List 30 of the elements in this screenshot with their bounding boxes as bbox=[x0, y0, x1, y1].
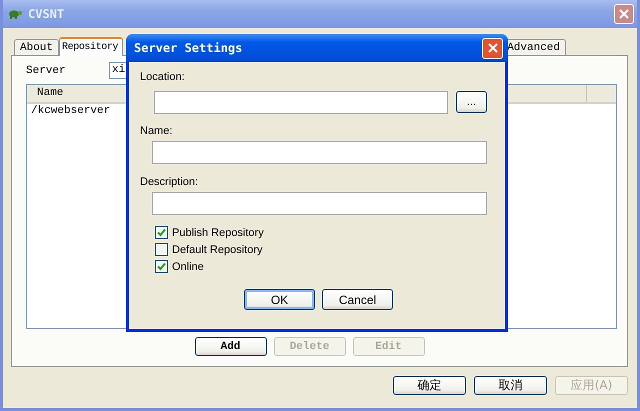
dialog-button[interactable]: Cancel bbox=[322, 289, 393, 310]
checkbox[interactable] bbox=[155, 226, 168, 239]
window-title: CVSNT bbox=[28, 7, 64, 21]
browse-button[interactable]: ... bbox=[456, 91, 487, 113]
close-icon bbox=[486, 42, 498, 54]
server-label: Server bbox=[26, 64, 67, 76]
check-icon bbox=[157, 228, 166, 237]
dialog-button[interactable]: OK bbox=[244, 289, 315, 310]
input-field[interactable] bbox=[154, 91, 448, 114]
checkbox[interactable] bbox=[155, 260, 168, 273]
field-label: Description: bbox=[140, 175, 200, 189]
dialog-button[interactable]: 确定 bbox=[393, 376, 466, 395]
field-label: Location: bbox=[140, 70, 186, 84]
close-button[interactable] bbox=[482, 38, 503, 58]
checkbox-label: Publish Repository bbox=[172, 226, 264, 238]
tab[interactable]: About bbox=[14, 39, 60, 55]
close-icon bbox=[618, 8, 630, 20]
check-icon bbox=[157, 262, 166, 271]
field-label: Name: bbox=[140, 124, 174, 138]
dialog-title: Server Settings bbox=[134, 41, 242, 55]
input-field[interactable] bbox=[152, 141, 487, 164]
dialog-button[interactable]: 取消 bbox=[474, 376, 547, 395]
checkbox-label: Default Repository bbox=[172, 244, 262, 256]
checkbox-label: Online bbox=[172, 260, 204, 272]
tab[interactable]: Repository bbox=[59, 37, 124, 56]
list-button[interactable]: Add bbox=[194, 337, 266, 356]
checkbox[interactable] bbox=[155, 243, 168, 256]
close-button[interactable] bbox=[614, 4, 634, 24]
input-field[interactable] bbox=[152, 192, 487, 215]
turtle-icon bbox=[6, 8, 22, 20]
